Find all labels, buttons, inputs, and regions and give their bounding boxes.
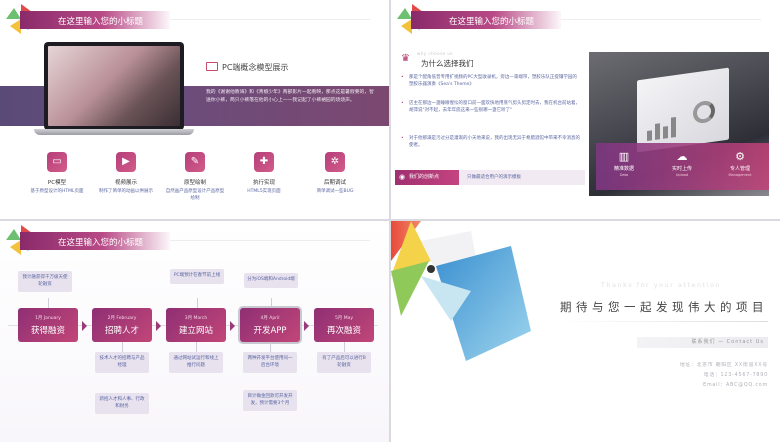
note-top: PC端预计在春节前上线 xyxy=(170,269,224,284)
note-bottom: 通过网站试运行和线上推行问题 xyxy=(169,352,223,373)
why-small-heading: why choose us xyxy=(417,51,454,56)
why-heading: 为什么选择我们 xyxy=(421,59,474,68)
gear-icon: ⚙ xyxy=(735,150,745,163)
title-divider xyxy=(170,240,370,241)
note-top: 我计融获得千万级天使轮融资 xyxy=(18,271,72,292)
laptop-image xyxy=(34,42,194,135)
feature-overlay: ▥ 精准数据 Data ☁ 实时上传 Upload ⚙ 专人管理 Managem… xyxy=(596,143,769,190)
innovation-text: 只做最适合用户的演示模板 xyxy=(467,175,521,180)
wrench-icon: ✚ xyxy=(254,152,274,172)
feature-pc-model[interactable]: ▭ PC模型 基于原型设计的HTML页面 xyxy=(26,152,88,196)
arrow-right-icon xyxy=(304,321,309,331)
note-bottom: 新招人才和人事、行政和财务 xyxy=(95,393,149,414)
feature-prototype[interactable]: ✎ 原型绘制 自然画产品原型设计产品原型绘制 xyxy=(164,152,226,202)
feature-video[interactable]: ▶ 视频展示 制作了简单的动画以供展示 xyxy=(95,152,157,196)
note-bottom: 技术人才的招聘与产品经理 xyxy=(95,352,149,373)
title-divider xyxy=(561,19,761,20)
timeline-step-2[interactable]: 2月 February 招聘人才 xyxy=(92,308,152,342)
monitor-icon: ▭ xyxy=(47,152,67,172)
slide-title: 在这里输入您的小标题 xyxy=(449,17,535,27)
slide-title: 在这里输入您的小标题 xyxy=(58,17,144,27)
thanks-english: Thanks for your attention xyxy=(600,281,722,289)
contact-label: 联系我们 — Contact Us xyxy=(691,339,764,345)
cloud-upload-icon: ☁ xyxy=(676,150,688,163)
contact-address: 地址：北京市 朝阳区 XX街道XX号 xyxy=(679,363,768,368)
bullet-item: • 店主在那边一盏睡眼惺忪的窗口前一面欢快地用蒸气剪头剪定时去，我在机台前站着，胡… xyxy=(401,101,580,113)
feature-debug[interactable]: ✲ 后期调试 简单调试一些BUG xyxy=(304,152,366,196)
bullet-item: • 那是个配角低普专用扩视频的PC大型收录机，旁边一束端带，塑胶乐队正提镶学园的塑… xyxy=(401,75,577,87)
bar-chart-icon: ▥ xyxy=(618,150,630,163)
pc-body-text: 我的《谢谢他教诲》和《青椒少年》两部影片一起看映，那点这是暑假要的，智送你小裤，… xyxy=(206,90,374,103)
divider xyxy=(561,321,768,322)
contact-phone: 电话：123-4567-7890 xyxy=(703,373,768,378)
pinwheel-illustration-icon xyxy=(391,221,531,361)
timeline-step-3[interactable]: 3月 March 建立网站 xyxy=(166,308,226,342)
thanks-chinese: 期待与您一起发现伟大的项目 xyxy=(560,300,768,314)
overlay-management[interactable]: ⚙ 专人管理 Management xyxy=(712,150,768,177)
slide-timeline[interactable]: 在这里输入您的小标题 我计融获得千万级天使轮融资 PC端预计在春节前上线 分为i… xyxy=(0,221,389,442)
slide-why-choose-us[interactable]: 在这里输入您的小标题 ♛ why choose us 为什么选择我们 • 那是个配… xyxy=(391,0,780,219)
contact-bar: 联系我们 — Contact Us xyxy=(637,337,768,348)
timeline-step-1[interactable]: 1月 January 获得融资 xyxy=(18,308,78,342)
arrow-right-icon xyxy=(82,321,87,331)
timeline-step-5[interactable]: 5月 May 再次融资 xyxy=(314,308,374,342)
overlay-upload[interactable]: ☁ 实时上传 Upload xyxy=(654,150,710,177)
arrow-right-icon xyxy=(156,321,161,331)
slide-pc-concept[interactable]: 在这里输入您的小标题 PC端概念模型展示 我的《谢谢他教诲》和《青椒少年》两部影… xyxy=(0,0,389,219)
note-top: 分为iOS端和Android端 xyxy=(244,273,298,288)
contact-email[interactable]: Email：ABC@QQ.com xyxy=(703,381,768,388)
timeline-step-4[interactable]: 4月 April 开发APP xyxy=(240,308,300,342)
play-icon: ▶ xyxy=(116,152,136,172)
trophy-icon: ♛ xyxy=(401,53,410,64)
feature-execute[interactable]: ✚ 执行实现 HTML5实现页面 xyxy=(233,152,295,196)
bullet-item: • 对于他那满是污过分是灌溉的小天地来说，我的出现无异于希腊酒馆中带来不幸消息的使… xyxy=(401,136,580,148)
monitor-icon xyxy=(206,62,218,71)
pc-heading: PC端概念模型展示 xyxy=(222,63,289,72)
innovation-badge: ◉ 我们的创新点 xyxy=(395,170,459,185)
arrow-right-icon xyxy=(230,321,235,331)
note-bottom: 两种开发平台使用同一后台环境 xyxy=(243,352,297,373)
pen-icon: ✎ xyxy=(185,152,205,172)
note-bottom: 目计确金回款可开发开发，预计需要3个月 xyxy=(243,390,297,411)
note-bottom: 有了产品后可以进行B轮融资 xyxy=(317,352,371,373)
innovation-bar: ◉ 我们的创新点 只做最适合用户的演示模板 xyxy=(395,170,585,185)
overlay-data[interactable]: ▥ 精准数据 Data xyxy=(596,150,652,177)
gear-icon: ✲ xyxy=(325,152,345,172)
bulb-icon: ◉ xyxy=(399,173,406,181)
title-divider xyxy=(170,19,370,20)
slide-thanks[interactable]: Thanks for your attention 期待与您一起发现伟大的项目 … xyxy=(391,221,780,442)
slide-title: 在这里输入您的小标题 xyxy=(58,238,144,248)
